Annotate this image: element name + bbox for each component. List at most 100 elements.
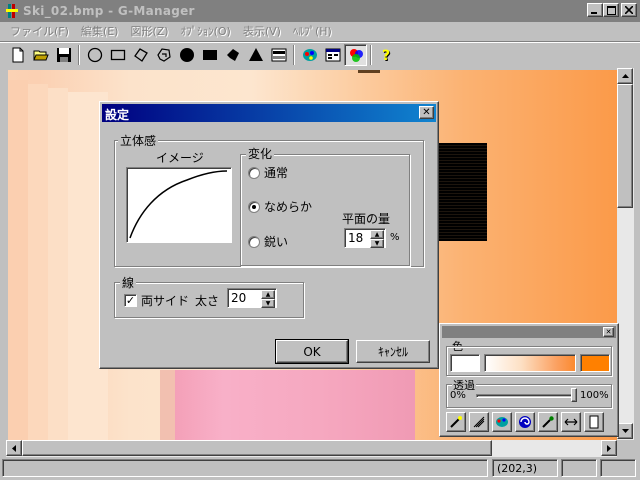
spin-down-button[interactable]: ▼ (261, 299, 275, 308)
scroll-down-button[interactable] (617, 423, 633, 439)
scroll-left-button[interactable] (6, 440, 22, 456)
freeform-outline-icon[interactable] (152, 44, 175, 66)
menu-view[interactable]: 表示(V) (237, 23, 287, 39)
status-cell (561, 459, 597, 477)
menu-shape[interactable]: 図形(Z) (124, 23, 174, 39)
properties-icon[interactable] (321, 44, 344, 66)
polygon-filled-icon[interactable] (221, 44, 244, 66)
line-group-label: 線 (120, 274, 137, 291)
horizontal-scroll-thumb[interactable] (22, 440, 492, 456)
gradient-band (48, 88, 68, 440)
scroll-right-button[interactable] (601, 440, 617, 456)
thickness-value: 20 (231, 291, 247, 305)
status-cell (600, 459, 636, 477)
open-folder-icon[interactable] (29, 44, 52, 66)
status-message (2, 459, 488, 477)
gradient-band (8, 80, 28, 440)
radio-smooth-dot (248, 200, 260, 213)
thickness-spinner[interactable]: 20 ▲ ▼ (227, 288, 277, 308)
brush-icon (473, 416, 485, 428)
maximize-button[interactable] (603, 3, 619, 17)
start-color-swatch[interactable] (450, 354, 480, 372)
dialog-title[interactable]: 設定 (102, 104, 436, 122)
radio-sharp-dot (248, 235, 260, 248)
color-palette-icon (496, 417, 508, 427)
polygon-outline-icon[interactable] (129, 44, 152, 66)
alpha-min-label: 0% (450, 390, 466, 401)
menu-help[interactable]: ﾍﾙﾌﾟ(H) (287, 23, 338, 39)
swirl-tool[interactable] (515, 412, 535, 432)
palette-titlebar[interactable] (442, 326, 616, 338)
menu-edit[interactable]: 編集(E) (75, 23, 125, 39)
palette-tool[interactable] (492, 412, 512, 432)
canvas-shape (439, 143, 487, 241)
menu-options[interactable]: ｵﾌﾟｼｮﾝ(O) (175, 23, 237, 39)
radio-sharp[interactable]: 鋭い (248, 233, 288, 250)
svg-text:?: ? (382, 48, 390, 63)
status-coords: (202,3) (492, 459, 558, 477)
circle-filled-icon[interactable] (175, 44, 198, 66)
dialog-close-button[interactable]: ✕ (419, 106, 434, 119)
ok-button[interactable]: OK (275, 339, 349, 364)
gradient-band (28, 84, 48, 440)
close-icon (625, 6, 633, 14)
canvas-shape (175, 370, 415, 440)
scroll-up-button[interactable] (617, 68, 633, 84)
settings-dialog: 設定 ✕ 立体感 イメージ 変化 通常 なめらか 鋭い 平面の量 18 ▲ ▼ … (99, 101, 439, 369)
spin-down-button[interactable]: ▼ (370, 239, 384, 248)
gradient-bar-icon[interactable] (267, 44, 290, 66)
radio-sharp-label: 鋭い (264, 235, 289, 249)
vertical-scroll-thumb[interactable] (617, 84, 633, 208)
help-icon[interactable]: ?? (375, 44, 398, 66)
horizontal-scrollbar[interactable] (6, 440, 617, 457)
curve-preview (126, 167, 232, 243)
spin-up-button[interactable]: ▲ (261, 290, 275, 299)
rectangle-outline-icon[interactable] (106, 44, 129, 66)
flat-amount-spinner[interactable]: 18 ▲ ▼ (344, 228, 386, 248)
sparkle-wand-icon (450, 416, 462, 428)
swap-colors-tool[interactable] (561, 412, 581, 432)
both-sides-checkbox[interactable]: ✓ 両サイド (124, 292, 189, 309)
alpha-slider-thumb[interactable] (571, 388, 577, 402)
eyedropper-tool[interactable] (538, 412, 558, 432)
canvas-shape (160, 370, 175, 440)
window-titlebar[interactable]: Ski_02.bmp - G-Manager (0, 0, 640, 22)
eyedropper-icon (542, 416, 554, 428)
alpha-slider-track[interactable] (476, 394, 574, 398)
vertical-scrollbar[interactable] (617, 68, 634, 440)
triangle-filled-icon[interactable] (244, 44, 267, 66)
close-button[interactable] (621, 3, 637, 17)
toolbar-separator (293, 44, 295, 65)
circle-outline-icon[interactable] (83, 44, 106, 66)
spin-up-button[interactable]: ▲ (370, 230, 384, 239)
color-palette-icon[interactable] (298, 44, 321, 66)
menu-file[interactable]: ファイル(F) (4, 23, 75, 39)
solid-group-label: 立体感 (118, 132, 159, 149)
minimize-button[interactable] (587, 3, 603, 17)
end-color-swatch[interactable] (580, 354, 610, 372)
toolbar-separator (370, 44, 372, 65)
brush-tool[interactable] (469, 412, 489, 432)
rectangle-filled-icon[interactable] (198, 44, 221, 66)
canvas-shape (358, 70, 380, 73)
palette-close-button[interactable]: ✕ (603, 327, 614, 337)
image-label: イメージ (156, 151, 204, 165)
gradient-preview[interactable] (484, 354, 576, 372)
color-picker-tool[interactable] (446, 412, 466, 432)
radio-normal-dot (248, 166, 260, 179)
swirl-icon (519, 416, 531, 428)
save-disk-icon[interactable] (52, 44, 75, 66)
color-bar-tool[interactable] (584, 412, 604, 432)
close-icon: ✕ (605, 328, 612, 336)
window-title: Ski_02.bmp - G-Manager (23, 4, 195, 18)
flat-amount-value: 18 (348, 231, 364, 245)
cancel-button[interactable]: ｷｬﾝｾﾙ (356, 340, 430, 363)
radio-normal-label: 通常 (264, 166, 289, 180)
app-icon[interactable] (4, 3, 20, 19)
menu-bar: ファイル(F) 編集(E) 図形(Z) ｵﾌﾟｼｮﾝ(O) 表示(V) ﾍﾙﾌﾟ… (0, 22, 640, 40)
radio-smooth[interactable]: なめらか (248, 198, 312, 215)
thickness-label: 太さ (195, 294, 220, 308)
solid-3d-icon[interactable] (344, 43, 367, 66)
radio-normal[interactable]: 通常 (248, 164, 288, 181)
new-file-icon[interactable] (6, 44, 29, 66)
